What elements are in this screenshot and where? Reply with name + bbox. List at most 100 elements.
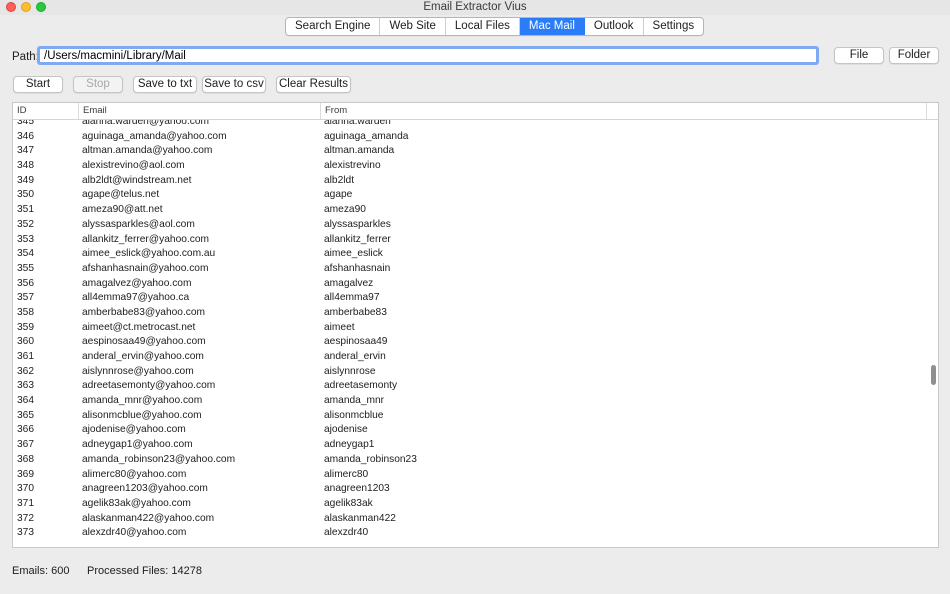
row-id: 353	[17, 233, 34, 245]
table-row[interactable]: 361 anderal_ervin@yahoo.com anderal_ervin	[13, 350, 938, 365]
row-from: amagalvez	[324, 277, 374, 289]
emails-count: Emails: 600	[12, 565, 70, 577]
column-header-email[interactable]: Email	[79, 103, 321, 119]
tab-search-engine[interactable]: Search Engine	[286, 18, 381, 35]
table-row[interactable]: 364 amanda_mnr@yahoo.com amanda_mnr	[13, 394, 938, 409]
table-row[interactable]: 354 aimee_eslick@yahoo.com.au aimee_eslick	[13, 247, 938, 262]
row-from: agape	[324, 189, 353, 201]
table-row[interactable]: 351 ameza90@att.net ameza90	[13, 203, 938, 218]
results-table[interactable]: 345 alanna.warden@yahoo.com alanna.warden 3…	[12, 102, 939, 548]
row-from: allankitz_ferrer	[324, 233, 391, 245]
row-id: 354	[17, 248, 34, 260]
start-button[interactable]: Start	[13, 76, 63, 93]
row-email: agelik83ak@yahoo.com	[82, 497, 191, 509]
row-id: 368	[17, 453, 34, 465]
row-email: aimeet@ct.metrocast.net	[82, 321, 196, 333]
row-id: 356	[17, 277, 34, 289]
table-row[interactable]: 357 all4emma97@yahoo.ca all4emma97	[13, 291, 938, 306]
row-from: all4emma97	[324, 292, 380, 304]
processed-files-count: Processed Files: 14278	[87, 565, 202, 577]
row-id: 352	[17, 218, 34, 230]
table-row[interactable]: 360 aespinosaa49@yahoo.com aespinosaa49	[13, 335, 938, 350]
row-email: allankitz_ferrer@yahoo.com	[82, 233, 209, 245]
stop-button[interactable]: Stop	[73, 76, 123, 93]
row-email: ajodenise@yahoo.com	[82, 424, 186, 436]
row-email: adreetasemonty@yahoo.com	[82, 380, 216, 392]
row-id: 355	[17, 262, 34, 274]
row-id: 373	[17, 527, 34, 539]
row-email: afshanhasnain@yahoo.com	[82, 262, 209, 274]
table-row[interactable]: 365 alisonmcblue@yahoo.com alisonmcblue	[13, 409, 938, 424]
table-row[interactable]: 352 alyssasparkles@aol.com alyssasparkles	[13, 218, 938, 233]
table-row[interactable]: 359 aimeet@ct.metrocast.net aimeet	[13, 321, 938, 336]
row-email: aislynnrose@yahoo.com	[82, 365, 194, 377]
table-header: ID Email From	[13, 103, 938, 120]
save-csv-button[interactable]: Save to csv	[202, 76, 266, 93]
row-from: alyssasparkles	[324, 218, 391, 230]
table-row[interactable]: 373 alexzdr40@yahoo.com alexzdr40	[13, 526, 938, 541]
row-from: aguinaga_amanda	[324, 130, 409, 142]
table-row[interactable]: 372 alaskanman422@yahoo.com alaskanman422	[13, 512, 938, 527]
row-from: anderal_ervin	[324, 351, 386, 362]
clear-results-button[interactable]: Clear Results	[276, 76, 351, 93]
row-from: ajodenise	[324, 424, 368, 436]
row-id: 359	[17, 321, 34, 333]
folder-button[interactable]: Folder	[889, 47, 939, 64]
table-row[interactable]: 358 amberbabe83@yahoo.com amberbabe83	[13, 306, 938, 321]
row-from: alb2ldt	[324, 174, 355, 186]
path-input[interactable]	[37, 46, 819, 65]
row-id: 372	[17, 512, 34, 524]
table-row[interactable]: 371 agelik83ak@yahoo.com agelik83ak	[13, 497, 938, 512]
table-row[interactable]: 370 anagreen1203@yahoo.com anagreen1203	[13, 482, 938, 497]
row-email: alaskanman422@yahoo.com	[82, 512, 215, 524]
tab-bar: Search Engine Web Site Local Files Mac M…	[285, 17, 705, 36]
table-row[interactable]: 356 amagalvez@yahoo.com amagalvez	[13, 277, 938, 292]
row-from: alimerc80	[324, 468, 369, 480]
file-button[interactable]: File	[834, 47, 884, 64]
row-from: ameza90	[324, 204, 366, 216]
row-id: 363	[17, 380, 34, 392]
table-row[interactable]: 367 adneygap1@yahoo.com adneygap1	[13, 438, 938, 453]
row-id: 366	[17, 424, 34, 436]
row-id: 348	[17, 160, 34, 172]
table-row[interactable]: 368 amanda_robinson23@yahoo.com amanda_rob…	[13, 453, 938, 468]
row-email: amberbabe83@yahoo.com	[82, 306, 206, 318]
row-email: alexistrevino@aol.com	[82, 160, 185, 172]
table-row[interactable]: 355 afshanhasnain@yahoo.com afshanhasnain	[13, 262, 938, 277]
row-from: aimee_eslick	[324, 248, 383, 260]
tab-outlook[interactable]: Outlook	[585, 18, 644, 35]
row-from: adneygap1	[324, 439, 375, 451]
table-row[interactable]: 350 agape@telus.net agape	[13, 188, 938, 203]
tab-local-files[interactable]: Local Files	[446, 18, 520, 35]
vertical-scrollbar[interactable]	[931, 365, 936, 385]
column-header-from[interactable]: From	[321, 103, 927, 119]
table-row[interactable]: 353 allankitz_ferrer@yahoo.com allankitz_f…	[13, 233, 938, 248]
row-email: adneygap1@yahoo.com	[82, 439, 193, 451]
row-id: 358	[17, 306, 34, 318]
row-email: alisonmcblue@yahoo.com	[82, 409, 202, 421]
row-from: altman.amanda	[324, 145, 395, 157]
table-row[interactable]: 366 ajodenise@yahoo.com ajodenise	[13, 423, 938, 438]
row-from: alaskanman422	[324, 512, 396, 524]
save-txt-button[interactable]: Save to txt	[133, 76, 197, 93]
row-from: anagreen1203	[324, 483, 390, 495]
table-row[interactable]: 347 altman.amanda@yahoo.com altman.amanda	[13, 144, 938, 159]
table-row[interactable]: 363 adreetasemonty@yahoo.com adreetasemont…	[13, 379, 938, 394]
row-id: 370	[17, 483, 34, 495]
tab-settings[interactable]: Settings	[644, 18, 704, 35]
table-row[interactable]: 362 aislynnrose@yahoo.com aislynnrose	[13, 365, 938, 380]
row-email: ameza90@att.net	[82, 204, 163, 216]
row-from: aespinosaa49	[324, 336, 388, 348]
row-id: 347	[17, 145, 34, 157]
column-header-id[interactable]: ID	[13, 103, 79, 119]
table-row[interactable]: 369 alimerc80@yahoo.com alimerc80	[13, 468, 938, 483]
row-id: 367	[17, 439, 34, 451]
row-id: 365	[17, 409, 34, 421]
table-row[interactable]: 348 alexistrevino@aol.com alexistrevino	[13, 159, 938, 174]
row-id: 364	[17, 395, 34, 407]
table-row[interactable]: 346 aguinaga_amanda@yahoo.com aguinaga_ama…	[13, 130, 938, 145]
table-row[interactable]: 349 alb2ldt@windstream.net alb2ldt	[13, 174, 938, 189]
row-id: 369	[17, 468, 34, 480]
tab-web-site[interactable]: Web Site	[380, 18, 446, 35]
tab-mac-mail[interactable]: Mac Mail	[519, 18, 585, 35]
